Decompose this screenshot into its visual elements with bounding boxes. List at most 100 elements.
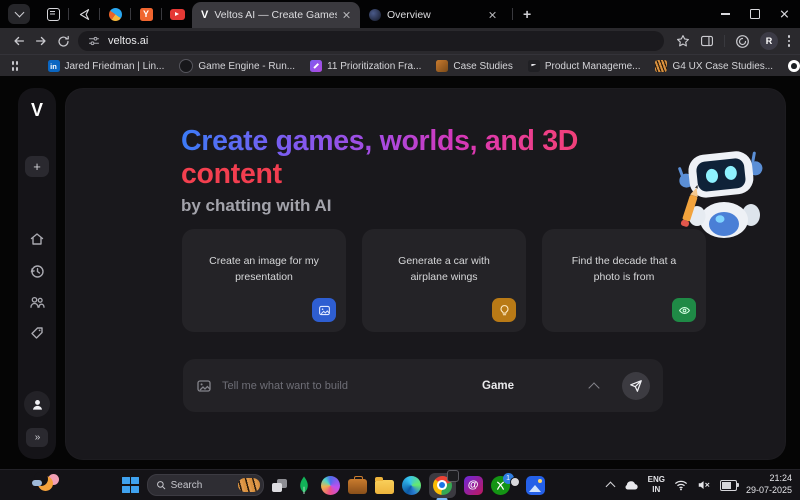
tab-search-button[interactable] (8, 4, 30, 24)
hackernews-icon: Y (140, 8, 153, 21)
edge-icon[interactable] (402, 476, 421, 495)
card-generate-car[interactable]: Generate a car with airplane wings (362, 229, 526, 332)
bookmark-game-engine[interactable]: Game Engine - Run... (179, 59, 295, 73)
clock[interactable]: 21:24 29-07-2025 (746, 473, 792, 496)
tray-expand-icon[interactable] (605, 482, 615, 492)
eye-icon (672, 298, 696, 322)
task-view-button[interactable] (272, 479, 287, 492)
tab-veltos[interactable]: V Veltos AI — Create Games & 3... (192, 2, 360, 28)
search-highlight-image (238, 478, 260, 492)
history-icon[interactable] (29, 263, 45, 279)
tab-overview[interactable]: Overview (360, 2, 506, 28)
new-project-button[interactable]: + (25, 156, 49, 177)
xbox-icon[interactable]: 1 (491, 476, 510, 495)
taskbar-search[interactable]: Search (147, 474, 264, 496)
pinned-tab-notebook[interactable] (38, 8, 68, 21)
close-window-button[interactable] (770, 0, 800, 28)
sidebar-expand-button[interactable]: » (26, 428, 48, 447)
bookmark-prioritization[interactable]: 11 Prioritization Fra... (310, 60, 421, 72)
suggestion-cards: Create an image for my presentation Gene… (182, 229, 706, 332)
briefcase-app-icon[interactable] (348, 479, 367, 494)
community-icon[interactable] (29, 294, 45, 310)
veltos-logo: V (18, 100, 56, 121)
tag-icon[interactable] (29, 325, 45, 341)
window-controls (710, 0, 800, 28)
at-app-icon[interactable]: @ (464, 476, 483, 495)
new-tab-button[interactable]: + (523, 7, 531, 21)
minimize-icon (721, 13, 730, 14)
page-viewport: V + » Create games, worlds, and 3D conte… (0, 76, 800, 470)
bookmark-label: Jared Friedman | Lin... (65, 61, 165, 72)
github-icon (788, 60, 800, 72)
tab-separator (512, 8, 513, 20)
bookmark-label: 11 Prioritization Fra... (327, 61, 421, 72)
hero-subtitle: by chatting with AI (181, 196, 661, 216)
address-bar[interactable]: veltos.ai (78, 31, 664, 51)
chevron-up-icon[interactable] (588, 382, 599, 393)
browser-tab-strip: Y V Veltos AI — Create Games & 3... Over… (0, 0, 800, 28)
bookmark-star-icon[interactable] (676, 34, 690, 48)
card-text: Find the decade that a photo is from (542, 229, 706, 286)
pinned-tab-hackernews[interactable]: Y (131, 8, 161, 21)
pinned-tab-triangle[interactable] (69, 8, 99, 21)
mongodb-icon[interactable] (295, 475, 313, 495)
bulb-icon (492, 298, 516, 322)
toolbar-separator (724, 35, 725, 47)
bookmark-case-studies[interactable]: Case Studies (436, 60, 512, 72)
back-button[interactable] (8, 30, 30, 52)
browser-toolbar: veltos.ai R (0, 28, 800, 54)
reload-button[interactable] (52, 30, 74, 52)
windows-start-button[interactable] (122, 477, 139, 494)
prompt-composer[interactable]: Tell me what want to build Game (183, 359, 663, 412)
battery-icon[interactable] (720, 480, 737, 491)
weather-widget[interactable] (32, 474, 62, 496)
home-icon[interactable] (29, 231, 45, 247)
send-button[interactable] (622, 372, 650, 400)
notebook-icon (47, 8, 60, 21)
volume-muted-icon[interactable] (697, 479, 711, 491)
pinned-tab-colorful[interactable] (100, 8, 130, 21)
pinned-tab-youtube[interactable] (162, 9, 192, 20)
triangle-icon (78, 8, 91, 21)
mode-selector[interactable]: Game (482, 380, 514, 392)
copilot-icon[interactable] (321, 476, 340, 495)
pinned-tabs: Y (38, 8, 192, 21)
bookmark-ux-case-studies[interactable]: G4 UX Case Studies... (655, 60, 773, 72)
language-indicator[interactable]: ENG IN (648, 475, 665, 495)
browser-menu-button[interactable] (788, 35, 790, 46)
chrome-active-app[interactable] (429, 473, 456, 498)
minimize-button[interactable] (710, 0, 740, 28)
wifi-icon[interactable] (674, 479, 688, 491)
case-studies-icon (436, 60, 448, 72)
bookmark-jared-friedman[interactable]: in Jared Friedman | Lin... (48, 60, 165, 72)
language-bottom: IN (648, 485, 665, 495)
maximize-button[interactable] (740, 0, 770, 28)
file-explorer-icon[interactable] (375, 480, 394, 494)
onedrive-cloud-icon[interactable] (623, 479, 639, 491)
profile-avatar[interactable]: R (760, 32, 778, 50)
close-icon (780, 9, 789, 18)
bookmark-github[interactable]: aaronbatchelder/pr... (788, 60, 800, 72)
prompt-placeholder[interactable]: Tell me what want to build (222, 380, 482, 392)
extensions-icon[interactable] (735, 34, 750, 49)
forward-icon (34, 34, 48, 48)
bookmark-product-management[interactable]: Product Manageme... (528, 60, 641, 72)
bookmark-label: Case Studies (453, 61, 512, 72)
side-panel-icon[interactable] (700, 34, 714, 48)
card-find-decade[interactable]: Find the decade that a photo is from (542, 229, 706, 332)
veltos-favicon: V (201, 9, 208, 21)
tune-icon (88, 35, 100, 47)
apps-grid-icon[interactable] (12, 61, 18, 71)
forward-button[interactable] (30, 30, 52, 52)
search-placeholder: Search (171, 480, 233, 491)
youtube-icon (170, 9, 185, 20)
overview-favicon (369, 9, 381, 21)
attach-image-icon[interactable] (196, 378, 212, 394)
close-tab-icon[interactable] (489, 11, 497, 19)
user-avatar[interactable] (24, 391, 50, 417)
card-create-image[interactable]: Create an image for my presentation (182, 229, 346, 332)
close-tab-icon[interactable] (343, 11, 351, 19)
photos-icon[interactable] (526, 476, 545, 495)
tab-title: Overview (387, 9, 483, 21)
linkedin-icon: in (48, 60, 60, 72)
